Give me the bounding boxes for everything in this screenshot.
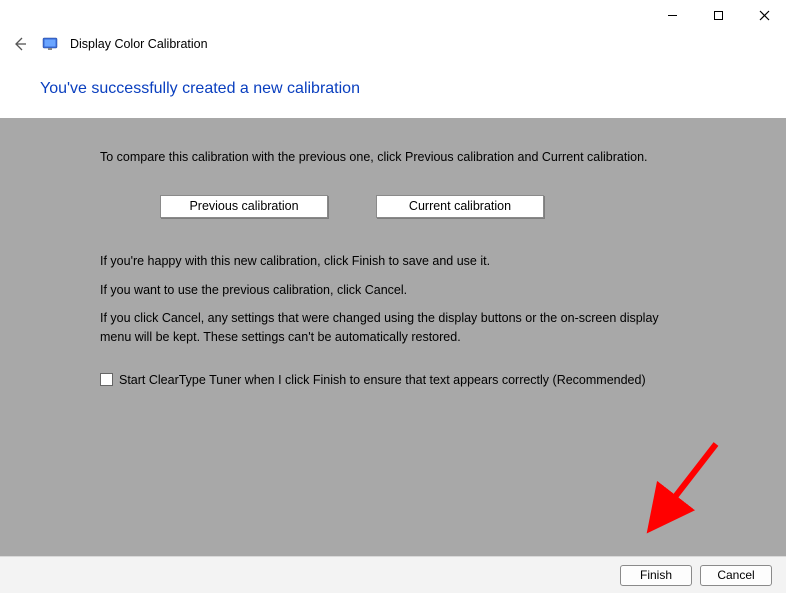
window-titlebar (0, 0, 786, 30)
wizard-footer: Finish Cancel (0, 556, 786, 593)
instruction-text-4: If you click Cancel, any settings that w… (100, 309, 692, 347)
previous-calibration-button[interactable]: Previous calibration (160, 195, 328, 218)
close-button[interactable] (750, 4, 778, 26)
back-arrow-button[interactable] (10, 34, 30, 54)
current-calibration-button[interactable]: Current calibration (376, 195, 544, 218)
finish-button[interactable]: Finish (620, 565, 692, 586)
cancel-button[interactable]: Cancel (700, 565, 772, 586)
content-area: To compare this calibration with the pre… (0, 118, 786, 563)
app-title: Display Color Calibration (70, 37, 208, 51)
maximize-button[interactable] (704, 4, 732, 26)
instruction-text-1: To compare this calibration with the pre… (100, 148, 692, 167)
cleartype-checkbox-label: Start ClearType Tuner when I click Finis… (119, 371, 646, 389)
monitor-icon (42, 36, 58, 52)
instruction-text-3: If you want to use the previous calibrat… (100, 281, 692, 300)
instruction-text-2: If you're happy with this new calibratio… (100, 252, 692, 271)
page-heading: You've successfully created a new calibr… (0, 62, 786, 118)
cleartype-checkbox[interactable] (100, 373, 113, 386)
minimize-button[interactable] (658, 4, 686, 26)
wizard-header: Display Color Calibration (0, 30, 786, 62)
